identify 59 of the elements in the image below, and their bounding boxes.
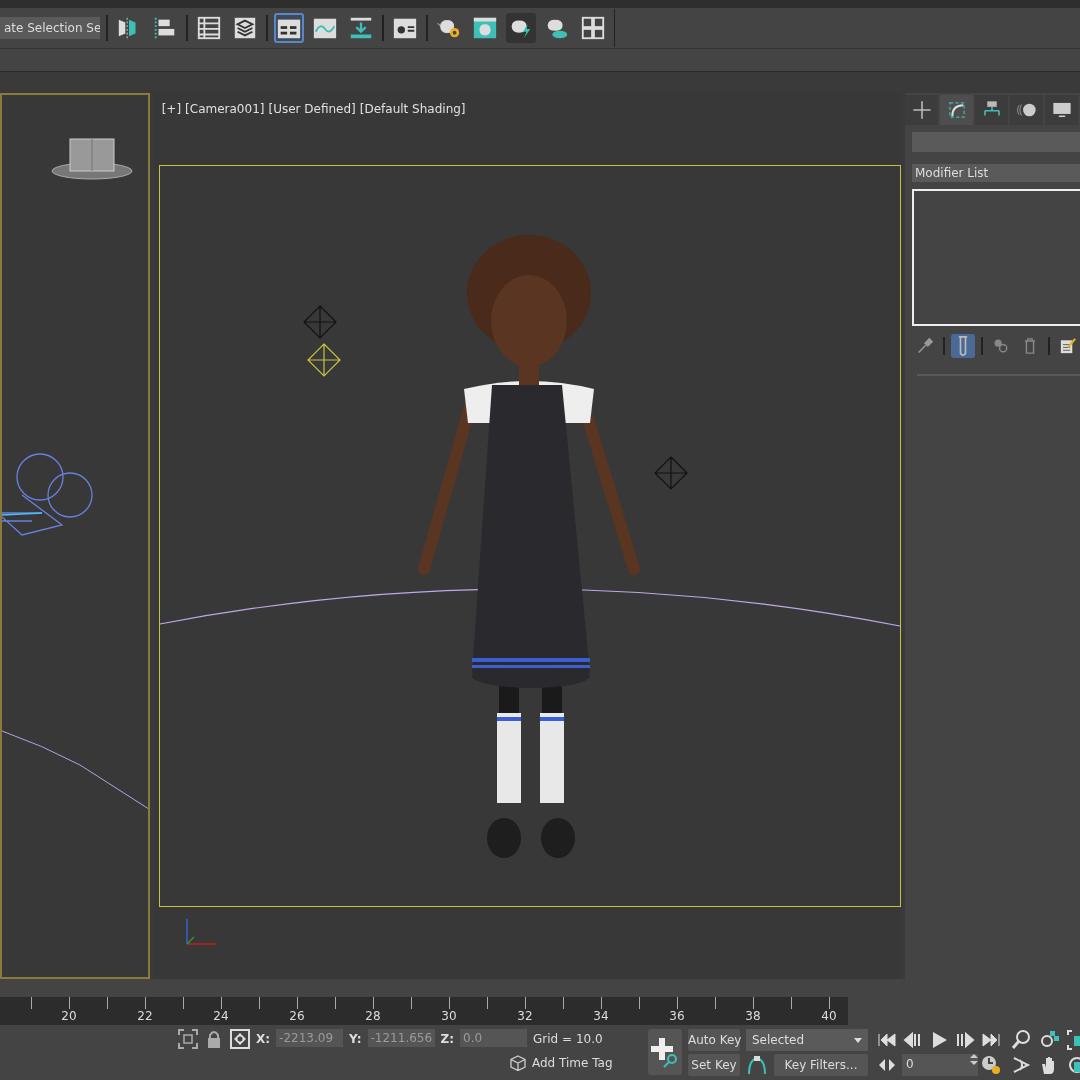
stack-button[interactable] xyxy=(950,334,975,358)
frame-number: 38 xyxy=(745,1009,761,1023)
panel-tab[interactable] xyxy=(1010,95,1043,125)
next-frame-icon[interactable] xyxy=(954,1029,976,1051)
plus-icon xyxy=(910,99,933,121)
viewport-menu-label[interactable]: [Default Shading] xyxy=(359,102,466,116)
point-helper-icon xyxy=(654,456,688,490)
viewport-menu-label[interactable]: [Camera001] xyxy=(185,102,265,116)
panel-tab[interactable] xyxy=(905,95,938,125)
frame-field[interactable]: 0 xyxy=(902,1054,978,1076)
frame-number: 24 xyxy=(213,1009,229,1023)
cube-icon[interactable] xyxy=(510,1055,526,1071)
panel-tab[interactable] xyxy=(940,95,973,125)
frame-number: 34 xyxy=(593,1009,609,1023)
point-helper-icon xyxy=(307,343,341,377)
frame-number: 30 xyxy=(441,1009,457,1023)
toolbar-button[interactable] xyxy=(274,13,304,43)
selection-set-dropdown[interactable]: ate Selection Se xyxy=(0,17,100,39)
set-keys-button[interactable] xyxy=(648,1029,682,1075)
modifier-stack-list[interactable] xyxy=(912,189,1080,326)
configure-icon xyxy=(1058,336,1079,356)
point-helper-icon xyxy=(303,305,337,339)
frame-number: 36 xyxy=(669,1009,685,1023)
time-ruler[interactable]: 20 22 24 26 28 30 32 34 36 38 40 xyxy=(0,997,848,1025)
frame-number: 22 xyxy=(137,1009,153,1023)
frame-number: 20 xyxy=(61,1009,77,1023)
modifier-list-dropdown[interactable]: Modifier List xyxy=(912,164,1080,182)
viewport-menu-label[interactable]: [User Defined] xyxy=(268,102,356,116)
viewport[interactable] xyxy=(0,93,150,979)
key-filters-button[interactable]: Key Filters... xyxy=(774,1054,868,1076)
key-tangent-icon[interactable] xyxy=(746,1054,768,1076)
caret-icon[interactable] xyxy=(854,1037,862,1043)
coordinate-label: Y: xyxy=(349,1032,362,1046)
layers-icon xyxy=(232,15,258,41)
frame-number: 32 xyxy=(517,1009,533,1023)
download-icon xyxy=(348,15,374,41)
set-key-button[interactable]: Set Key xyxy=(688,1054,740,1076)
transform-mode-icon[interactable] xyxy=(230,1029,250,1049)
coordinate-label: X: xyxy=(256,1032,271,1046)
viewport-menu-label[interactable]: [+] xyxy=(161,102,182,116)
axis-tripod-icon xyxy=(185,918,217,945)
image-grid-icon xyxy=(580,15,606,41)
frame-number: 26 xyxy=(289,1009,305,1023)
auto-key-button[interactable]: Auto Key xyxy=(688,1029,740,1051)
add-time-tag-button[interactable]: Add Time Tag xyxy=(532,1056,613,1070)
frame-selection-icon[interactable] xyxy=(178,1029,198,1049)
grid-size-text: Grid = 10.0 xyxy=(533,1032,603,1046)
key-mode-dropdown[interactable]: Selected xyxy=(746,1029,868,1051)
frame-number: 40 xyxy=(821,1009,837,1023)
panel-tab[interactable] xyxy=(975,95,1008,125)
time-configuration-icon[interactable] xyxy=(980,1054,1002,1076)
spinner-icon[interactable] xyxy=(970,1054,978,1065)
list-icon xyxy=(196,15,222,41)
frame-number: 28 xyxy=(365,1009,381,1023)
panel-tab[interactable] xyxy=(1045,95,1078,125)
viewcube-icon[interactable] xyxy=(51,138,133,180)
tube-icon xyxy=(957,336,968,356)
zoom-icon[interactable] xyxy=(1010,1029,1032,1051)
coordinate-label: Z: xyxy=(440,1032,454,1046)
